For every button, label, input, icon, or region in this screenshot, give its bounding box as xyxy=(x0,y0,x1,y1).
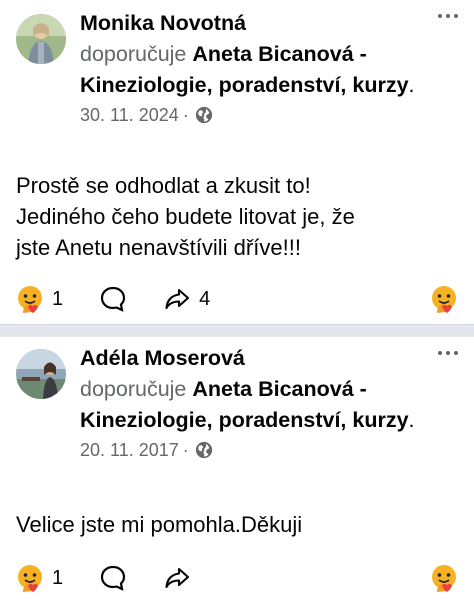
comment-button[interactable] xyxy=(99,285,127,313)
more-icon xyxy=(438,351,442,355)
meta-separator: · xyxy=(182,440,189,460)
post-text: Velice jste mi pomohla.Děkuji xyxy=(16,509,458,540)
globe-icon xyxy=(195,106,212,124)
care-emoji-icon[interactable] xyxy=(430,285,458,313)
recommendation-post: Adéla Moserová doporučuje Aneta Bicanová… xyxy=(0,337,474,601)
author-name[interactable]: Adéla Moserová xyxy=(80,346,245,370)
reaction-count[interactable]: 1 xyxy=(52,567,63,590)
more-options-button[interactable] xyxy=(438,14,458,18)
meta-separator: · xyxy=(182,105,189,125)
post-meta: 30. 11. 2024 · xyxy=(80,103,426,127)
more-options-button[interactable] xyxy=(438,351,458,355)
care-emoji-icon[interactable] xyxy=(16,285,44,313)
post-text-line: Velice jste mi pomohla.Děkuji xyxy=(16,512,303,537)
post-date[interactable]: 30. 11. 2024 xyxy=(80,103,179,127)
post-header: Adéla Moserová doporučuje Aneta Bicanová… xyxy=(80,343,426,462)
globe-icon xyxy=(195,441,212,459)
recommendation-post: Monika Novotná doporučuje Aneta Bicanová… xyxy=(0,0,474,324)
avatar[interactable] xyxy=(16,349,66,399)
share-icon xyxy=(165,567,190,589)
share-button[interactable] xyxy=(163,564,191,592)
comment-button[interactable] xyxy=(99,564,127,592)
post-text-line: Jediného čeho budete litovat je, že xyxy=(16,204,355,229)
post-text-line: Prostě se odhodlat a zkusit to! xyxy=(16,173,311,198)
reaction-count[interactable]: 1 xyxy=(52,288,63,311)
share-count: 4 xyxy=(199,287,211,310)
recommends-label: doporučuje xyxy=(80,42,187,66)
avatar[interactable] xyxy=(16,14,66,64)
post-meta: 20. 11. 2017 · xyxy=(80,438,426,462)
post-header: Monika Novotná doporučuje Aneta Bicanová… xyxy=(80,8,426,127)
care-emoji-icon[interactable] xyxy=(430,564,458,592)
post-actions: 1 xyxy=(16,561,458,595)
post-text: Prostě se odhodlat a zkusit to! Jediného… xyxy=(16,170,458,263)
share-icon xyxy=(165,288,190,310)
comment-icon xyxy=(101,286,126,312)
post-separator xyxy=(0,324,474,337)
care-emoji-icon[interactable] xyxy=(16,564,44,592)
recommends-label: doporučuje xyxy=(80,377,187,401)
comment-icon xyxy=(101,565,126,591)
post-date[interactable]: 20. 11. 2017 xyxy=(80,438,179,462)
more-icon xyxy=(438,14,442,18)
share-button[interactable]: 4 xyxy=(163,285,210,313)
post-actions: 1 4 xyxy=(16,282,458,316)
post-text-line: jste Anetu nenavštívili dříve!!! xyxy=(16,235,301,260)
author-name[interactable]: Monika Novotná xyxy=(80,11,246,35)
